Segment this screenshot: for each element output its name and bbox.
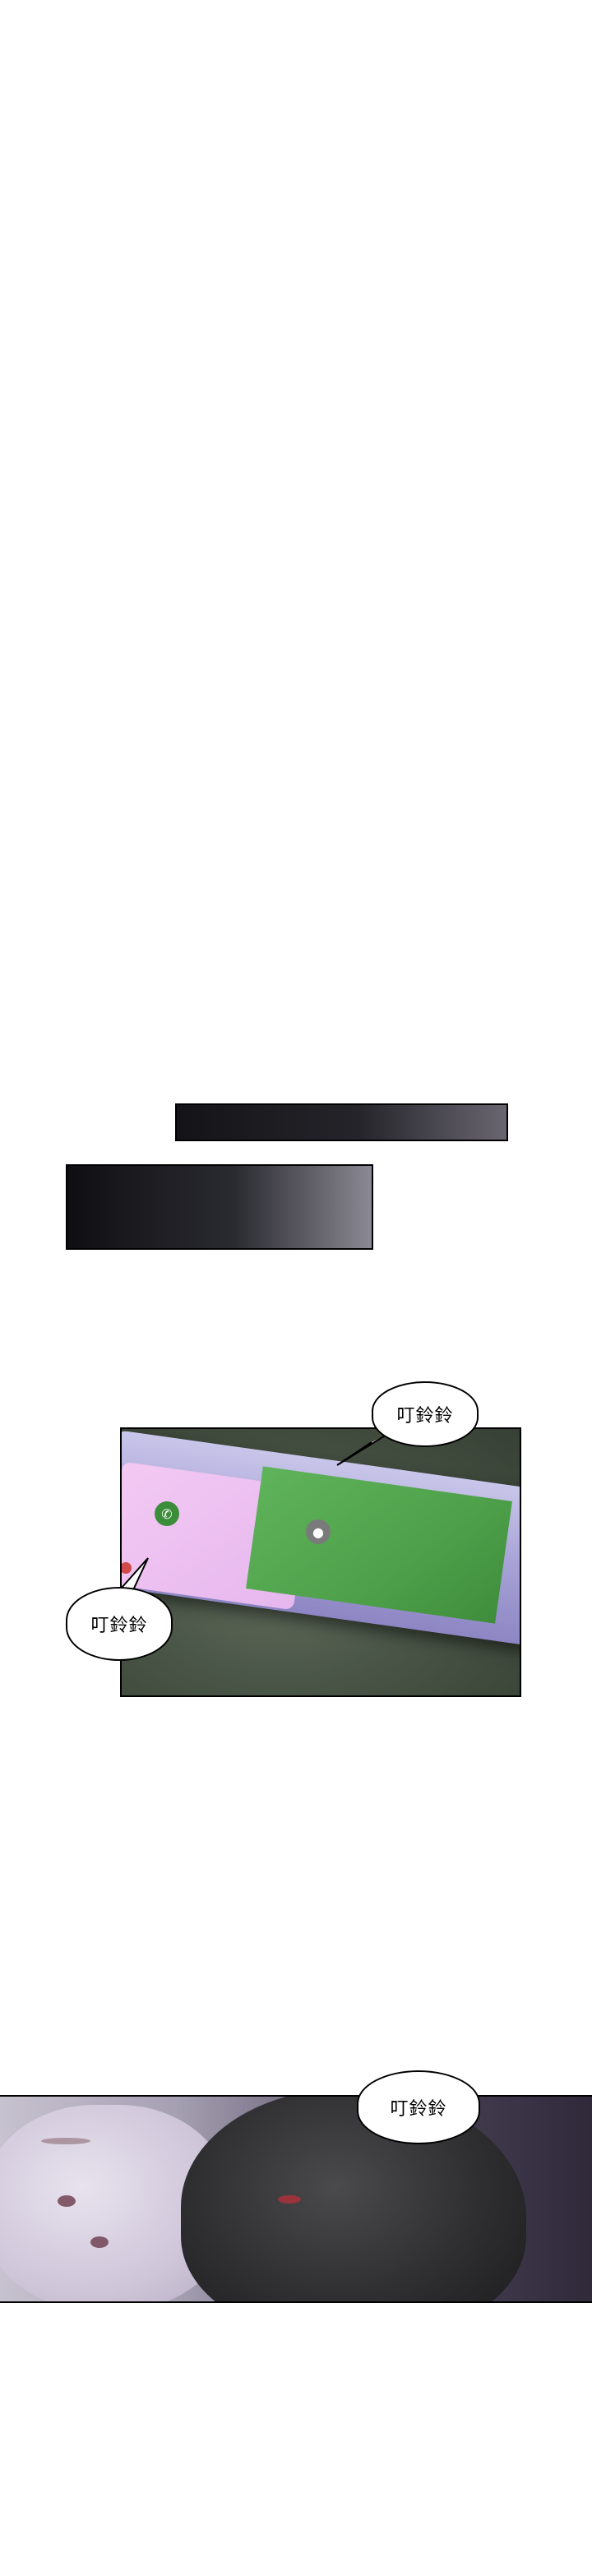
phone-contact-icon: ●: [306, 1519, 331, 1544]
sfx-text: 叮鈴鈴: [90, 1616, 148, 1636]
sfx-text: 叮鈴鈴: [396, 1406, 454, 1427]
sfx-bubble-ring-1: 叮鈴鈴: [372, 1381, 479, 1447]
character-hair: [181, 2097, 526, 2301]
face-mark: [41, 2138, 90, 2144]
phone-call-icon: ✆: [155, 1501, 179, 1526]
phone-panel: ✆ ●: [120, 1427, 521, 1697]
face-mark: [90, 2236, 109, 2248]
sfx-bubble-ring-2: 叮鈴鈴: [66, 1587, 173, 1661]
narration-strip-bottom: [66, 1164, 373, 1250]
face-mark: [58, 2195, 76, 2207]
character-eye: [278, 2195, 301, 2204]
sleeping-character-panel: [0, 2095, 592, 2303]
sfx-bubble-ring-3: 叮鈴鈴: [357, 2070, 480, 2144]
sfx-text: 叮鈴鈴: [390, 2099, 447, 2120]
narration-strip-top: [175, 1103, 508, 1141]
